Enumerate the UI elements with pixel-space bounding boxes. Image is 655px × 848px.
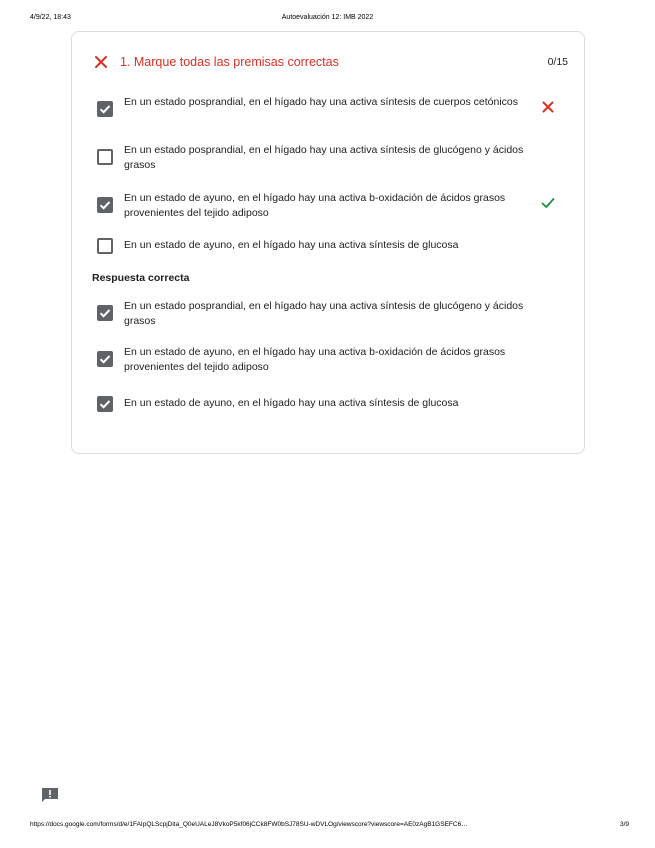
option-item[interactable]: En un estado posprandial, en el hígado h… <box>97 95 557 127</box>
checkbox-checked[interactable] <box>97 101 113 117</box>
option-text: En un estado posprandial, en el hígado h… <box>124 96 519 108</box>
question-title: 1. Marque todas las premisas correctas <box>120 55 339 69</box>
option-text: En un estado de ayuno, en el hígado hay … <box>124 397 459 409</box>
check-icon <box>99 309 111 318</box>
option-text: En un estado posprandial, en el hígado h… <box>124 144 524 171</box>
check-icon <box>99 400 111 409</box>
page-number: 3/9 <box>619 821 629 828</box>
print-url: https://docs.google.com/forms/d/e/1FAIpQ… <box>30 821 468 828</box>
checkbox-checked <box>97 396 113 412</box>
check-icon <box>99 355 111 364</box>
correct-option-item: En un estado de ayuno, en el hígado hay … <box>97 392 557 414</box>
checkbox-unchecked[interactable] <box>97 238 113 254</box>
option-item[interactable]: En un estado de ayuno, en el hígado hay … <box>97 234 557 256</box>
print-title: Autoevaluación 12: IMB 2022 <box>281 14 374 21</box>
print-header: 4/9/22, 18:43 Autoevaluación 12: IMB 202… <box>0 14 655 26</box>
close-icon <box>95 56 107 68</box>
print-footer: https://docs.google.com/forms/d/e/1FAIpQ… <box>0 821 655 833</box>
checkbox-checked[interactable] <box>97 197 113 213</box>
question-header: 1. Marque todas las premisas correctas 0… <box>94 54 568 72</box>
correct-mark-icon <box>541 198 555 208</box>
correct-answer-label: Respuesta correcta <box>92 272 190 284</box>
question-card: 1. Marque todas las premisas correctas 0… <box>71 31 585 454</box>
check-icon <box>99 105 111 114</box>
feedback-icon[interactable] <box>41 787 59 803</box>
option-text: En un estado de ayuno, en el hígado hay … <box>124 239 459 251</box>
option-item[interactable]: En un estado de ayuno, en el hígado hay … <box>97 191 557 223</box>
option-text: En un estado de ayuno, en el hígado hay … <box>124 192 506 219</box>
check-icon <box>99 201 111 210</box>
option-item[interactable]: En un estado posprandial, en el hígado h… <box>97 143 557 175</box>
correct-option-item: En un estado de ayuno, en el hígado hay … <box>97 345 557 377</box>
wrong-mark-icon <box>542 101 554 113</box>
correct-option-item: En un estado posprandial, en el hígado h… <box>97 299 557 331</box>
checkbox-unchecked[interactable] <box>97 149 113 165</box>
option-text: En un estado de ayuno, en el hígado hay … <box>124 346 506 373</box>
checkbox-checked <box>97 351 113 367</box>
checkbox-checked <box>97 305 113 321</box>
question-score: 0/15 <box>547 56 568 68</box>
option-text: En un estado posprandial, en el hígado h… <box>124 300 524 327</box>
